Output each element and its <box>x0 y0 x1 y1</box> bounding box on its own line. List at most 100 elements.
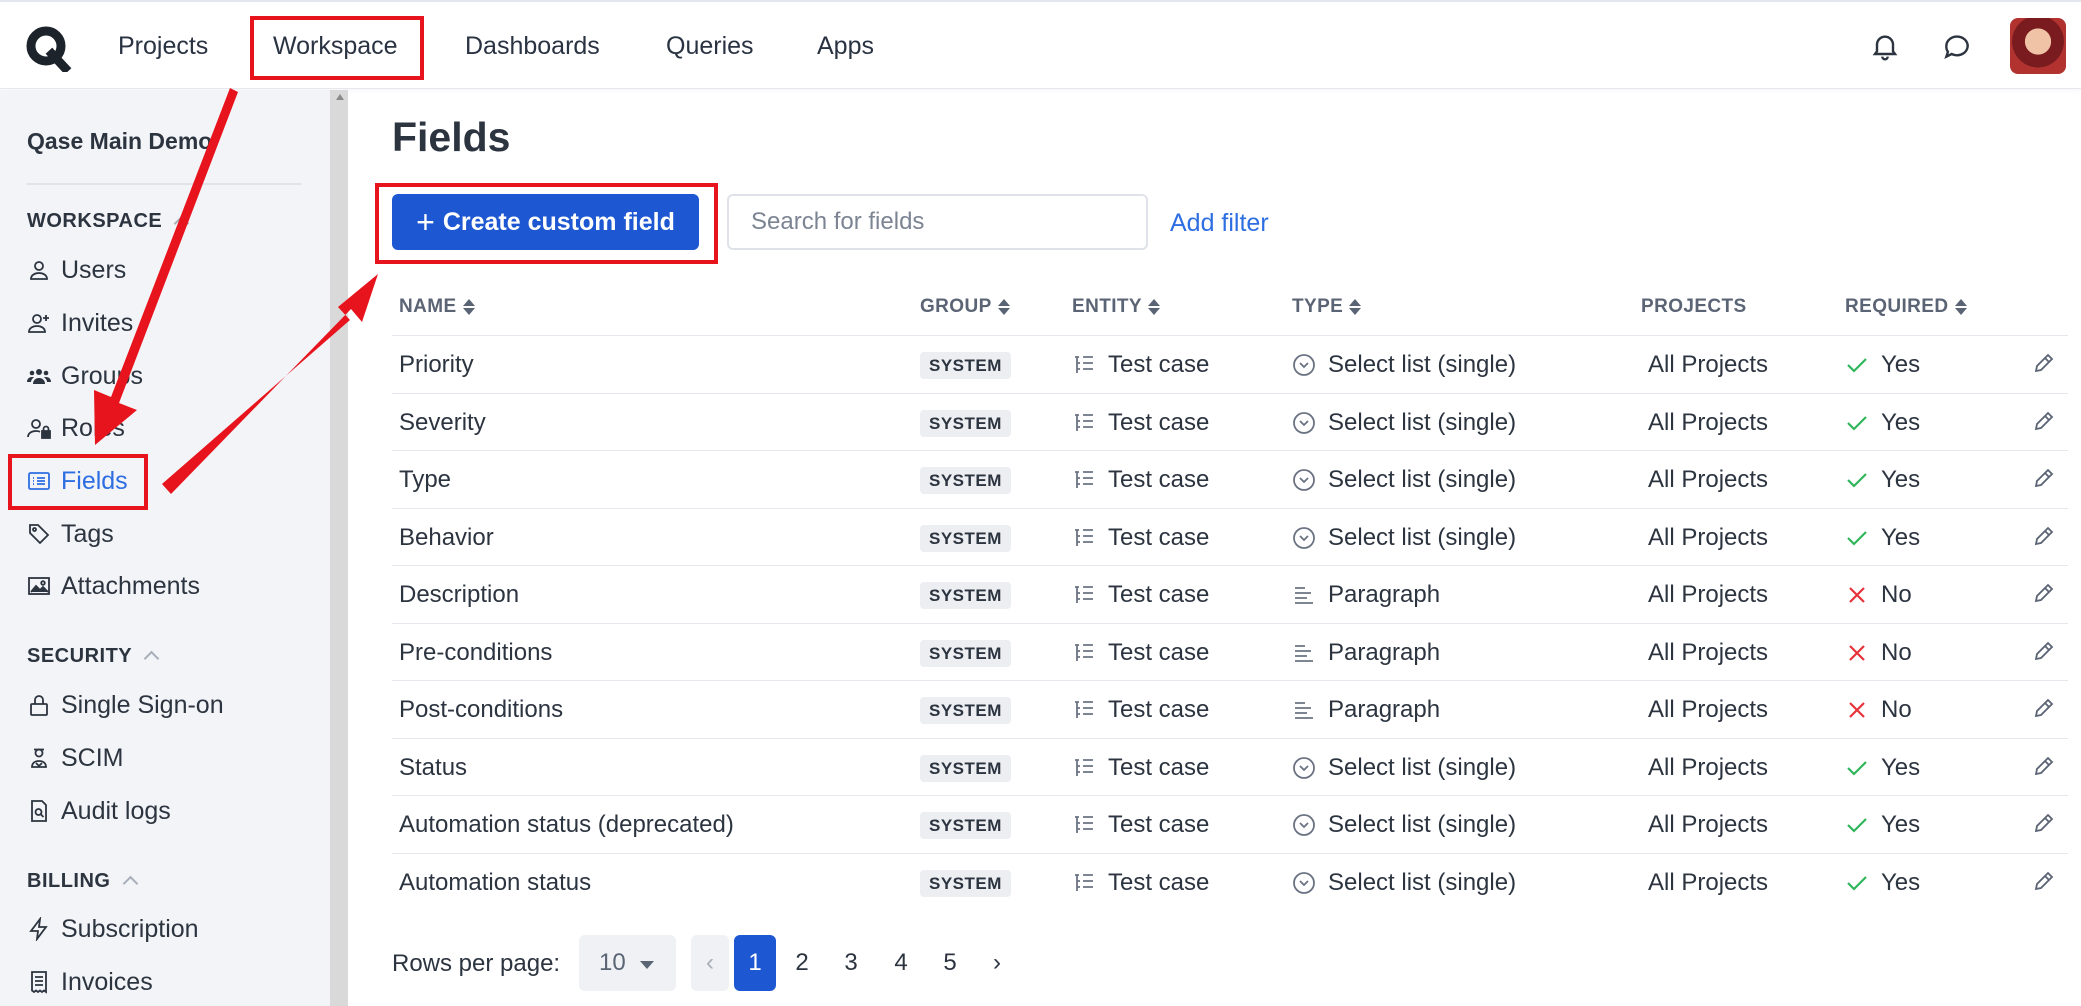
sidebar-item-roles[interactable]: Roles <box>27 412 125 444</box>
rows-per-page-select[interactable]: 10 <box>579 935 676 991</box>
table-row[interactable]: Description SYSTEM Test case Paragraph All P… <box>392 565 2068 622</box>
page-2-button[interactable]: 2 <box>781 935 823 991</box>
edit-field-button[interactable] <box>2032 581 2068 605</box>
page-4-button[interactable]: 4 <box>880 935 922 991</box>
edit-field-button[interactable] <box>2032 754 2068 778</box>
prev-page-button[interactable]: ‹ <box>691 935 729 991</box>
search-fields-input[interactable] <box>727 194 1148 250</box>
sidebar-item-attachments[interactable]: Attachments <box>27 570 200 602</box>
field-name[interactable]: Pre-conditions <box>399 639 552 667</box>
edit-field-button[interactable] <box>2032 869 2068 893</box>
select-list-icon <box>1293 756 1315 779</box>
sidebar-item-subscription[interactable]: Subscription <box>27 913 199 945</box>
next-page-button[interactable]: › <box>976 935 1018 991</box>
sidebar-item-audit-logs[interactable]: Audit logs <box>27 795 171 827</box>
edit-pencil-icon[interactable] <box>2032 466 2056 490</box>
edit-pencil-icon[interactable] <box>2032 409 2056 433</box>
edit-field-button[interactable] <box>2032 351 2068 375</box>
nav-apps[interactable]: Apps <box>817 32 874 61</box>
sidebar-item-invoices[interactable]: Invoices <box>27 966 153 998</box>
nav-projects[interactable]: Projects <box>118 32 208 61</box>
table-row[interactable]: Pre-conditions SYSTEM Test case Paragraph Al… <box>392 622 2068 680</box>
table-row[interactable]: Type SYSTEM Test case Select list (single) A… <box>392 450 2068 507</box>
section-workspace-header[interactable]: WORKSPACE <box>27 210 190 233</box>
test-case-tree-icon <box>1075 356 1093 373</box>
field-name[interactable]: Description <box>399 581 519 609</box>
field-name[interactable]: Automation status <box>399 869 591 897</box>
sidebar-item-tags[interactable]: Tags <box>27 518 114 550</box>
edit-field-button[interactable] <box>2032 524 2068 548</box>
edit-pencil-icon[interactable] <box>2032 581 2056 605</box>
scroll-up-arrow-icon[interactable] <box>336 94 344 100</box>
column-header-type[interactable]: TYPE <box>1292 296 1362 318</box>
projects-cell: All Projects <box>1648 581 1769 608</box>
page-1-button[interactable]: 1 <box>734 935 776 991</box>
type-cell: Select list (single) <box>1292 351 1516 379</box>
table-row[interactable]: Behavior SYSTEM Test case Select list (sing… <box>392 507 2068 565</box>
edit-pencil-icon[interactable] <box>2032 351 2056 375</box>
field-name[interactable]: Type <box>399 466 451 494</box>
user-avatar[interactable] <box>2010 18 2066 74</box>
type-label: Select list (single) <box>1328 408 1517 436</box>
bell-icon[interactable] <box>1869 30 1901 62</box>
column-header-group[interactable]: GROUP <box>920 296 1010 318</box>
type-label: Paragraph <box>1328 638 1441 666</box>
type-cell: Paragraph <box>1292 581 1440 609</box>
nav-dashboards[interactable]: Dashboards <box>465 32 600 61</box>
chat-icon[interactable] <box>1941 30 1973 62</box>
field-name[interactable]: Automation status (deprecated) <box>399 811 734 839</box>
table-row[interactable]: Automation status (deprecated) SYSTEM Test… <box>392 795 2068 852</box>
edit-field-button[interactable] <box>2032 639 2068 663</box>
sidebar-item-groups[interactable]: Groups <box>27 360 143 392</box>
sidebar-item-invites[interactable]: Invites <box>27 307 133 339</box>
type-cell: Select list (single) <box>1292 811 1516 839</box>
field-name[interactable]: Behavior <box>399 524 494 552</box>
paragraph-icon <box>1295 644 1313 662</box>
paragraph-icon <box>1295 702 1313 719</box>
table-row[interactable]: Automation status SYSTEM Test case Select l… <box>392 852 2068 910</box>
select-list-icon <box>1293 871 1315 894</box>
field-name[interactable]: Post-conditions <box>399 696 563 724</box>
required-label: Yes <box>1881 523 1921 551</box>
required-cell: No <box>1845 581 1912 609</box>
edit-pencil-icon[interactable] <box>2032 639 2056 663</box>
type-cell: Select list (single) <box>1292 754 1516 782</box>
column-header-entity[interactable]: ENTITY <box>1072 296 1160 318</box>
rows-per-page-label: Rows per page: <box>392 950 561 977</box>
table-row[interactable]: Post-conditions SYSTEM Test case Paragraph A… <box>392 680 2068 737</box>
edit-field-button[interactable] <box>2032 696 2068 720</box>
sidebar-item-single-sign-on[interactable]: Single Sign-on <box>27 689 224 721</box>
edit-pencil-icon[interactable] <box>2032 754 2056 778</box>
column-header-name[interactable]: NAME <box>399 296 475 318</box>
add-filter-link[interactable]: Add filter <box>1170 209 1269 238</box>
sidebar-scrollbar[interactable] <box>330 90 348 1006</box>
edit-field-button[interactable] <box>2032 409 2068 433</box>
section-security-header[interactable]: SECURITY <box>27 645 160 668</box>
projects-cell: All Projects <box>1648 696 1769 723</box>
table-row[interactable]: Severity SYSTEM Test case Select list (sing… <box>392 392 2068 450</box>
field-name[interactable]: Severity <box>399 409 486 437</box>
edit-pencil-icon[interactable] <box>2032 524 2056 548</box>
field-name[interactable]: Status <box>399 754 467 782</box>
edit-field-button[interactable] <box>2032 811 2068 835</box>
group-badge: SYSTEM <box>920 409 1011 437</box>
edit-pencil-icon[interactable] <box>2032 869 2056 893</box>
nav-queries[interactable]: Queries <box>666 32 754 61</box>
edit-pencil-icon[interactable] <box>2032 811 2056 835</box>
projects-cell: All Projects <box>1648 351 1769 378</box>
edit-field-button[interactable] <box>2032 466 2068 490</box>
sidebar-item-scim[interactable]: SCIM <box>27 742 124 774</box>
users-group-icon <box>27 369 51 384</box>
table-row[interactable]: Status SYSTEM Test case Select list (single… <box>392 737 2068 795</box>
table-row[interactable]: Priority SYSTEM Test case Select list (sing… <box>392 335 2068 392</box>
page-3-button[interactable]: 3 <box>830 935 872 991</box>
section-billing-header[interactable]: BILLING <box>27 870 138 893</box>
group-badge: SYSTEM <box>920 582 1011 609</box>
column-header-required[interactable]: REQUIRED <box>1845 296 1967 318</box>
page-5-button[interactable]: 5 <box>929 935 971 991</box>
edit-pencil-icon[interactable] <box>2032 696 2056 720</box>
qase-logo-icon[interactable] <box>24 24 72 72</box>
field-name[interactable]: Priority <box>399 351 474 379</box>
sidebar-item-users[interactable]: Users <box>27 254 126 286</box>
caret-down-icon <box>639 960 654 969</box>
